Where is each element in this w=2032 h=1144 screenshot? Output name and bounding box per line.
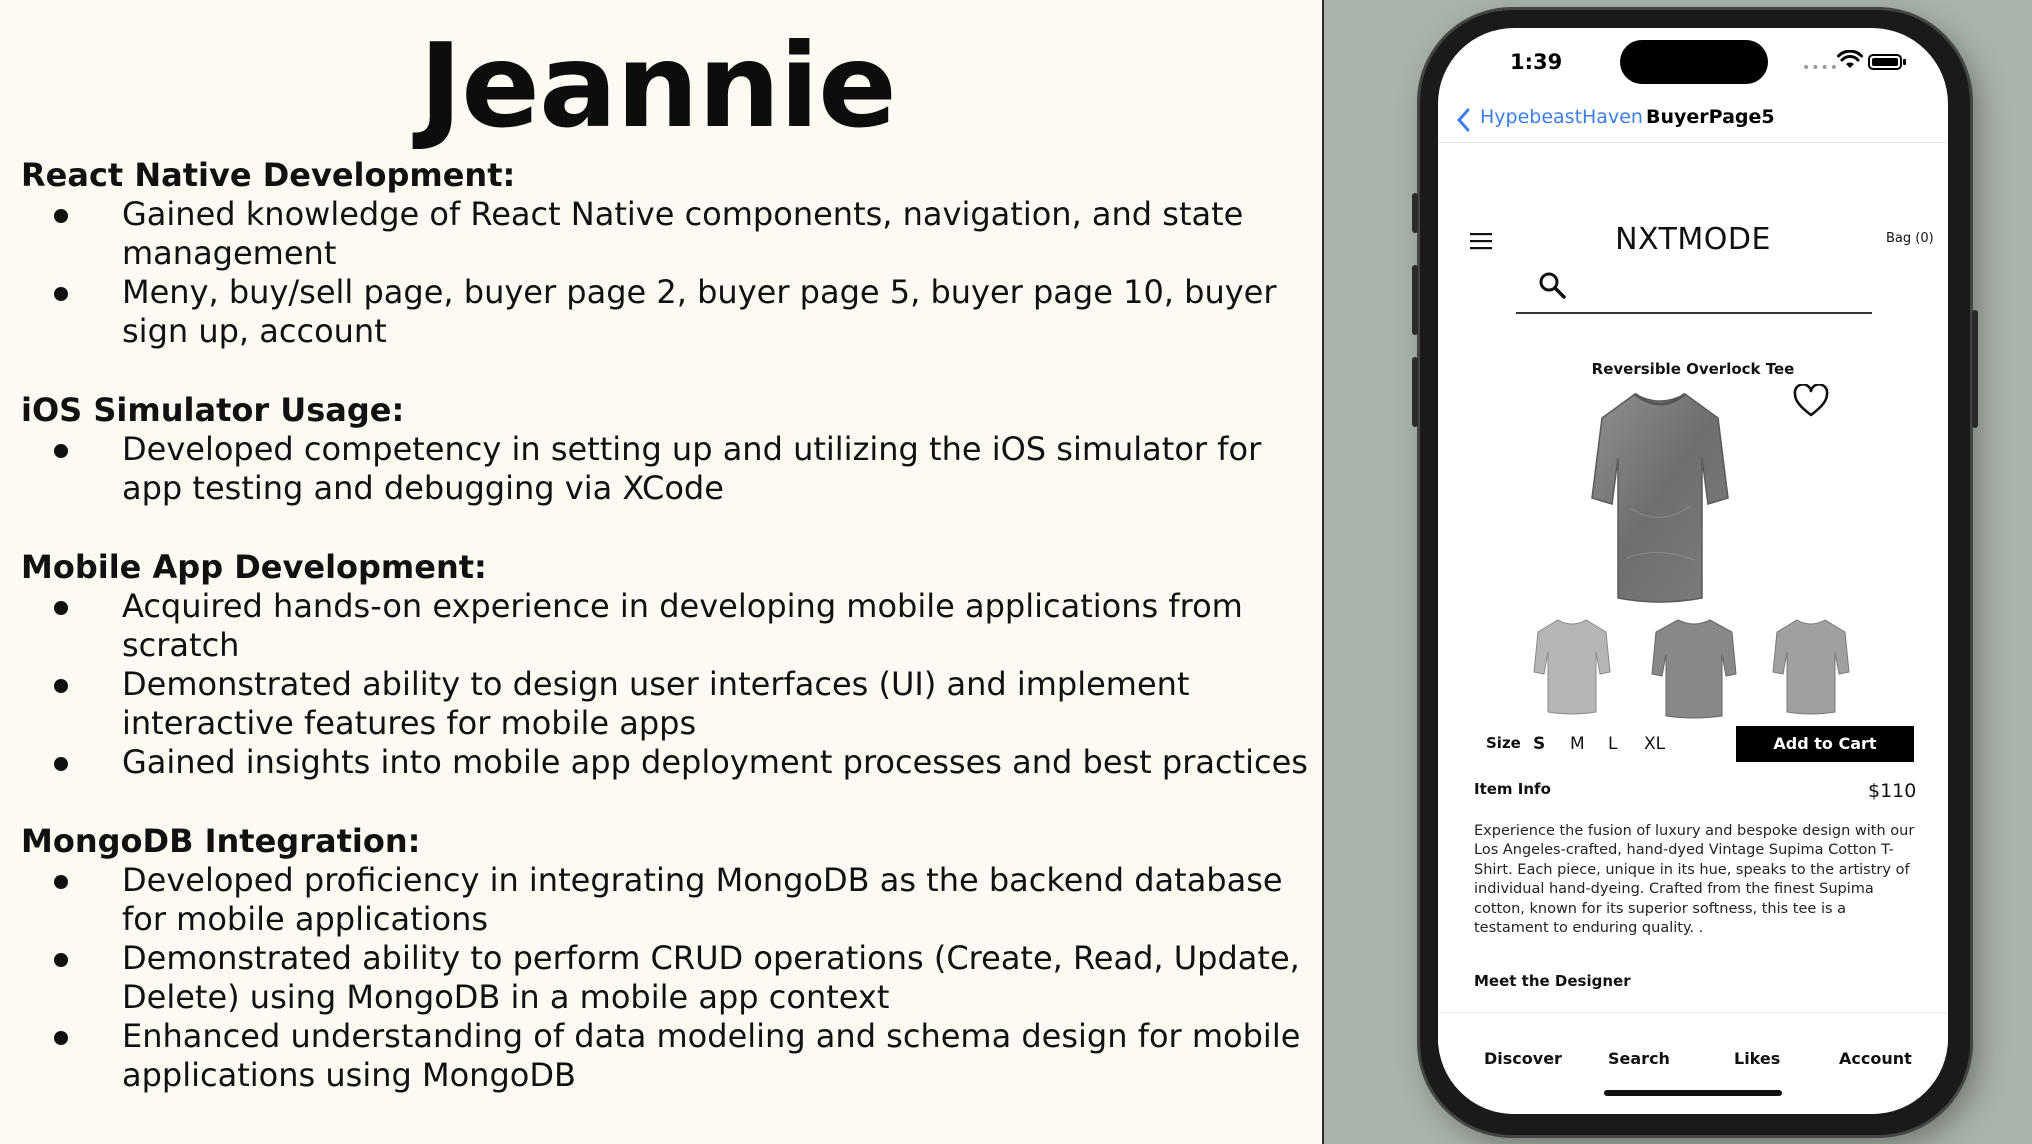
bullet-text: Enhanced understanding of data modeling … [122, 1017, 1301, 1094]
bullet-list: Acquired hands-on experience in developi… [21, 587, 1316, 782]
tab-account[interactable]: Account [1839, 1049, 1912, 1068]
meet-designer-link[interactable]: Meet the Designer [1474, 972, 1631, 990]
slide-content: Jeannie React Native Development: Gained… [0, 0, 1322, 1144]
bullet-item: Meny, buy/sell page, buyer page 2, buyer… [21, 273, 1316, 351]
product-title: Reversible Overlock Tee [1591, 360, 1795, 378]
heart-icon[interactable] [1793, 384, 1829, 418]
status-time: 1:39 [1510, 50, 1563, 74]
dynamic-island [1620, 40, 1768, 84]
section-mongodb: MongoDB Integration: Developed proficien… [21, 822, 1316, 1095]
bullet-item: Gained knowledge of React Native compone… [21, 195, 1316, 273]
bullet-dot-icon [54, 875, 68, 889]
bullet-item: Enhanced understanding of data modeling … [21, 1017, 1316, 1095]
search-input[interactable] [1516, 312, 1872, 314]
bullet-text: Demonstrated ability to perform CRUD ope… [122, 939, 1300, 1016]
brand-logo: NXTMODE [1615, 222, 1771, 257]
bullet-dot-icon [54, 1031, 68, 1045]
product-main-image [1591, 392, 1729, 603]
bullet-dot-icon [54, 444, 68, 458]
size-label: Size [1486, 734, 1521, 752]
section-heading: MongoDB Integration: [21, 822, 421, 860]
size-option-m[interactable]: M [1570, 734, 1585, 754]
product-thumbnail[interactable] [1771, 616, 1851, 716]
home-indicator[interactable] [1604, 1090, 1782, 1096]
bullet-item: Demonstrated ability to perform CRUD ope… [21, 939, 1316, 1017]
bullet-item: Developed proficiency in integrating Mon… [21, 861, 1316, 939]
back-button[interactable]: HypebeastHaven [1480, 106, 1643, 128]
search-icon[interactable] [1538, 271, 1566, 299]
size-option-l[interactable]: L [1608, 734, 1617, 754]
bullet-dot-icon [54, 679, 68, 693]
bullet-dot-icon [54, 757, 68, 771]
nav-divider [1438, 142, 1948, 143]
item-info-label: Item Info [1474, 780, 1551, 798]
add-to-cart-button[interactable]: Add to Cart [1736, 726, 1914, 762]
bullet-dot-icon [54, 209, 68, 223]
volume-up-button [1412, 265, 1418, 335]
tab-bar: Discover Search Likes Account [1438, 1012, 1948, 1114]
bullet-list: Developed proficiency in integrating Mon… [21, 861, 1316, 1095]
bullet-text: Acquired hands-on experience in developi… [122, 587, 1243, 664]
bullet-text: Developed competency in setting up and u… [122, 430, 1262, 507]
bullet-item: Gained insights into mobile app deployme… [21, 743, 1316, 782]
tab-search[interactable]: Search [1608, 1049, 1670, 1068]
power-button [1972, 310, 1978, 428]
wifi-icon [1837, 50, 1863, 68]
bullet-list: Gained knowledge of React Native compone… [21, 195, 1316, 351]
cellular-signal-icon: •••• [1802, 60, 1840, 76]
size-option-xl[interactable]: XL [1644, 734, 1665, 754]
tab-likes[interactable]: Likes [1734, 1049, 1780, 1068]
section-ios-simulator: iOS Simulator Usage: Developed competenc… [21, 391, 1316, 508]
bullet-dot-icon [54, 953, 68, 967]
navigation-header: HypebeastHaven BuyerPage5 [1438, 102, 1948, 142]
bullet-item: Acquired hands-on experience in developi… [21, 587, 1316, 665]
volume-down-button [1412, 357, 1418, 427]
bullet-text: Gained knowledge of React Native compone… [122, 195, 1244, 272]
product-thumbnail[interactable] [1650, 616, 1738, 720]
bullet-dot-icon [54, 601, 68, 615]
section-heading: React Native Development: [21, 156, 516, 194]
section-mobile-app: Mobile App Development: Acquired hands-o… [21, 548, 1316, 782]
section-react-native: React Native Development: Gained knowled… [21, 156, 1316, 351]
size-option-s[interactable]: S [1533, 734, 1545, 754]
bullet-text: Gained insights into mobile app deployme… [122, 743, 1308, 781]
bullet-text: Meny, buy/sell page, buyer page 2, buyer… [122, 273, 1277, 350]
battery-icon [1868, 54, 1906, 70]
bullet-list: Developed competency in setting up and u… [21, 430, 1316, 508]
section-heading: iOS Simulator Usage: [21, 391, 405, 429]
tab-discover[interactable]: Discover [1484, 1049, 1562, 1068]
bullet-dot-icon [54, 287, 68, 301]
chevron-left-icon[interactable] [1456, 107, 1472, 133]
action-button [1412, 193, 1418, 233]
slide-title: Jeannie [419, 19, 897, 154]
bullet-text: Demonstrated ability to design user inte… [122, 665, 1190, 742]
bullet-item: Demonstrated ability to design user inte… [21, 665, 1316, 743]
bullet-item: Developed competency in setting up and u… [21, 430, 1316, 508]
phone-screen: 1:39 •••• HypebeastHaven BuyerPage5 NXTM… [1438, 28, 1948, 1114]
product-description: Experience the fusion of luxury and besp… [1474, 823, 1915, 937]
bag-button[interactable]: Bag (0) [1886, 231, 1934, 246]
section-list: React Native Development: Gained knowled… [21, 156, 1316, 1135]
section-heading: Mobile App Development: [21, 548, 487, 586]
bullet-text: Developed proficiency in integrating Mon… [122, 861, 1283, 938]
product-thumbnail[interactable] [1532, 616, 1612, 716]
nav-title: BuyerPage5 [1646, 106, 1775, 128]
product-price: $110 [1868, 780, 1917, 802]
